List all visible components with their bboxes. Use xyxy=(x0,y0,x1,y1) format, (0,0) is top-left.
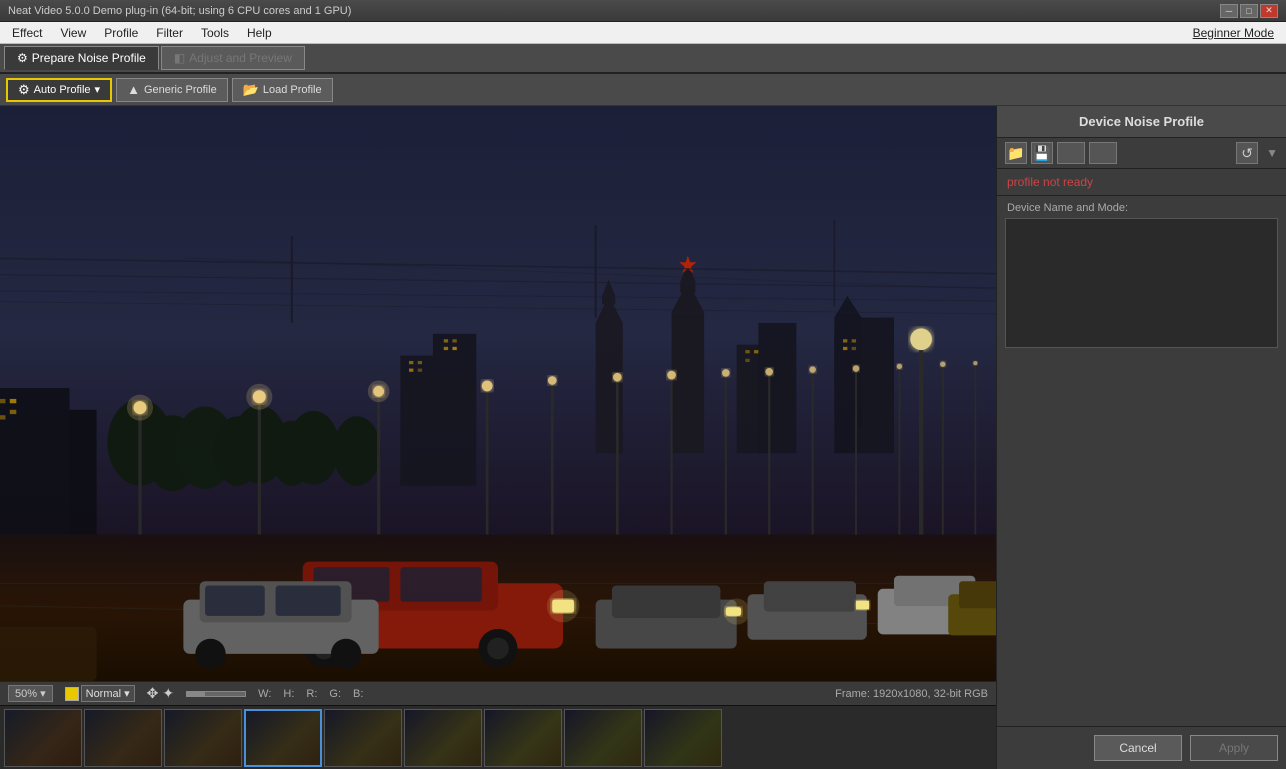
close-button[interactable]: ✕ xyxy=(1260,4,1278,18)
filmstrip-frame-2[interactable] xyxy=(164,709,242,767)
zoom-dropdown[interactable]: 50% ▾ xyxy=(8,685,53,702)
w-label: W: xyxy=(258,688,271,700)
filmstrip-frame-5[interactable] xyxy=(404,709,482,767)
mode-dropdown[interactable]: Normal ▾ xyxy=(81,685,135,702)
panel-controls: 📁 💾 ◀ ▶ ↺ ▼ xyxy=(997,138,1286,169)
filmstrip-frame-inner-0 xyxy=(5,710,81,766)
panel-refresh-button[interactable]: ↺ xyxy=(1236,142,1258,164)
scene-image xyxy=(0,106,996,681)
generic-profile-icon: ▲ xyxy=(127,82,140,97)
mode-dropdown-arrow: ▾ xyxy=(124,688,130,700)
cursor-icon: ✥ xyxy=(147,685,159,702)
refresh-icon: ↺ xyxy=(1241,145,1253,162)
sun-icon: ✦ xyxy=(162,685,174,702)
profile-status: profile not ready xyxy=(997,169,1286,196)
generic-profile-button[interactable]: ▲ Generic Profile xyxy=(116,78,228,102)
chevron-right-icon: ▶ xyxy=(1099,147,1107,160)
panel-next-button[interactable]: ▶ xyxy=(1089,142,1117,164)
filmstrip-frame-inner-6 xyxy=(485,710,561,766)
window-controls: ─ □ ✕ xyxy=(1220,4,1278,18)
menu-tools[interactable]: Tools xyxy=(193,24,237,42)
title-text: Neat Video 5.0.0 Demo plug-in (64-bit; u… xyxy=(8,5,351,17)
apply-button[interactable]: Apply xyxy=(1190,735,1278,761)
zoom-arrow-icon: ▾ xyxy=(40,688,46,700)
slider-fill xyxy=(187,692,204,696)
filmstrip-frame-inner-8 xyxy=(645,710,721,766)
filmstrip-frame-3[interactable] xyxy=(244,709,322,767)
menu-filter[interactable]: Filter xyxy=(148,24,191,42)
prepare-tab-icon: ⚙ xyxy=(17,51,28,65)
auto-profile-button[interactable]: ⚙ Auto Profile ▾ xyxy=(6,78,112,102)
color-swatch xyxy=(65,687,79,701)
filmstrip xyxy=(0,705,996,769)
minimize-button[interactable]: ─ xyxy=(1220,4,1238,18)
mode-select: Normal ▾ xyxy=(65,685,135,702)
filmstrip-frame-7[interactable] xyxy=(564,709,642,767)
filmstrip-frame-1[interactable] xyxy=(84,709,162,767)
device-name-box xyxy=(1005,218,1278,348)
preview-area: 50% ▾ Normal ▾ ✥ ✦ W: xyxy=(0,106,996,769)
maximize-button[interactable]: □ xyxy=(1240,4,1258,18)
beginner-mode-button[interactable]: Beginner Mode xyxy=(1193,26,1282,40)
auto-profile-dropdown-arrow: ▾ xyxy=(95,83,101,96)
panel-save-button[interactable]: 💾 xyxy=(1031,142,1053,164)
filmstrip-frame-inner-3 xyxy=(246,711,320,765)
panel-prev-button[interactable]: ◀ xyxy=(1057,142,1085,164)
frame-info: Frame: 1920x1080, 32-bit RGB xyxy=(835,688,988,700)
r-label: R: xyxy=(306,688,317,700)
auto-profile-icon: ⚙ xyxy=(18,82,30,98)
b-label: B: xyxy=(353,688,363,700)
device-name-label: Device Name and Mode: xyxy=(997,196,1286,216)
h-label: H: xyxy=(283,688,294,700)
right-panel: Device Noise Profile 📁 💾 ◀ ▶ ↺ ▼ profile… xyxy=(996,106,1286,769)
panel-header: Device Noise Profile xyxy=(997,106,1286,138)
filmstrip-frame-8[interactable] xyxy=(644,709,722,767)
filmstrip-frame-inner-4 xyxy=(325,710,401,766)
folder-icon: 📁 xyxy=(1007,145,1024,162)
g-label: G: xyxy=(329,688,341,700)
filmstrip-frame-inner-1 xyxy=(85,710,161,766)
load-profile-icon: 📂 xyxy=(243,82,259,98)
save-icon: 💾 xyxy=(1033,145,1050,162)
title-bar: Neat Video 5.0.0 Demo plug-in (64-bit; u… xyxy=(0,0,1286,22)
zoom-control: 50% ▾ xyxy=(8,685,53,702)
video-preview xyxy=(0,106,996,681)
filmstrip-frame-inner-7 xyxy=(565,710,641,766)
panel-open-button[interactable]: 📁 xyxy=(1005,142,1027,164)
tab-bar: ⚙ Prepare Noise Profile ◧ Adjust and Pre… xyxy=(0,44,1286,74)
menu-effect[interactable]: Effect xyxy=(4,24,50,42)
filmstrip-frame-6[interactable] xyxy=(484,709,562,767)
load-profile-button[interactable]: 📂 Load Profile xyxy=(232,78,333,102)
filmstrip-frame-inner-2 xyxy=(165,710,241,766)
tab-adjust-preview[interactable]: ◧ Adjust and Preview xyxy=(161,46,305,70)
cancel-button[interactable]: Cancel xyxy=(1094,735,1182,761)
main-content: 50% ▾ Normal ▾ ✥ ✦ W: xyxy=(0,106,1286,769)
menu-help[interactable]: Help xyxy=(239,24,280,42)
menu-bar: Effect View Profile Filter Tools Help Be… xyxy=(0,22,1286,44)
cursor-tool[interactable]: ✥ ✦ xyxy=(147,685,174,702)
adjust-tab-icon: ◧ xyxy=(174,51,185,65)
menu-profile[interactable]: Profile xyxy=(96,24,146,42)
panel-dropdown-arrow[interactable]: ▼ xyxy=(1266,146,1278,160)
slider-track[interactable] xyxy=(186,691,246,697)
filmstrip-frame-inner-5 xyxy=(405,710,481,766)
status-bar: 50% ▾ Normal ▾ ✥ ✦ W: xyxy=(0,681,996,705)
toolbar: ⚙ Auto Profile ▾ ▲ Generic Profile 📂 Loa… xyxy=(0,74,1286,106)
tab-prepare-noise[interactable]: ⚙ Prepare Noise Profile xyxy=(4,46,159,70)
coord-labels: W: H: R: G: B: xyxy=(258,688,363,700)
brightness-slider[interactable] xyxy=(186,691,246,697)
menu-view[interactable]: View xyxy=(52,24,94,42)
bottom-buttons: Cancel Apply xyxy=(997,726,1286,769)
filmstrip-frame-4[interactable] xyxy=(324,709,402,767)
chevron-left-icon: ◀ xyxy=(1067,147,1075,160)
filmstrip-frame-0[interactable] xyxy=(4,709,82,767)
